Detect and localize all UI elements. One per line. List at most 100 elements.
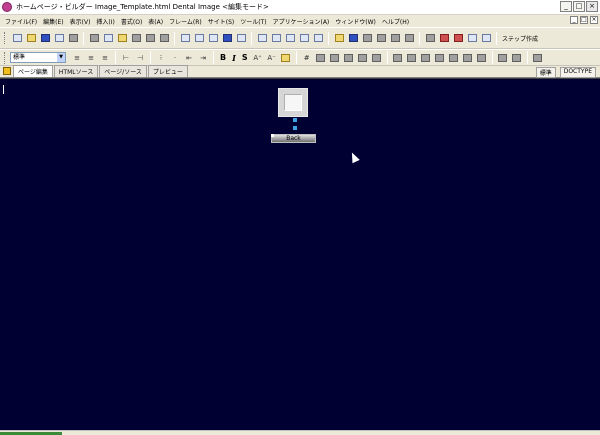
minimize-button[interactable]: _ (560, 1, 572, 12)
align-right-button[interactable]: ≡ (99, 52, 111, 64)
color-button[interactable] (347, 32, 359, 44)
check-button[interactable] (452, 32, 464, 44)
font-color-button[interactable] (280, 52, 292, 64)
menu-window[interactable]: ウィンドウ(W) (332, 17, 379, 26)
cell-height-button[interactable] (462, 52, 474, 64)
insert-form-button[interactable] (221, 32, 233, 44)
chevron-down-icon[interactable]: ▼ (57, 53, 65, 62)
table-merge-button[interactable] (343, 52, 355, 64)
align-left-button[interactable]: ≡ (71, 52, 83, 64)
new-page-button[interactable] (11, 32, 23, 44)
insert-link-button[interactable] (193, 32, 205, 44)
list-right-button[interactable]: ⇥ (197, 52, 209, 64)
maximize-button[interactable]: □ (573, 1, 585, 12)
tab-preview[interactable]: プレビュー (147, 65, 188, 77)
layout-grid-button[interactable] (284, 32, 296, 44)
publish-button[interactable] (438, 32, 450, 44)
cell-valign-button[interactable] (406, 52, 418, 64)
menu-site[interactable]: サイト(S) (205, 17, 238, 26)
list-left-button[interactable]: ⇤ (183, 52, 195, 64)
doc-minimize-button[interactable]: _ (570, 16, 578, 24)
misc-button[interactable] (532, 52, 544, 64)
layer-button[interactable] (497, 52, 509, 64)
save-all-button[interactable] (53, 32, 65, 44)
menu-format[interactable]: 書式(O) (118, 17, 145, 26)
tab-page-edit[interactable]: ページ編集 (13, 65, 53, 77)
toolbar-separator (295, 51, 297, 64)
print-button[interactable] (67, 32, 79, 44)
table-split-button[interactable] (357, 52, 369, 64)
pen-button[interactable] (333, 32, 345, 44)
copy-button[interactable] (102, 32, 114, 44)
back-button[interactable]: Back (271, 134, 316, 143)
menu-insert[interactable]: 挿入(I) (93, 17, 117, 26)
tab-page-source[interactable]: ページ/ソース (99, 65, 147, 77)
doc-close-button[interactable]: × (590, 16, 598, 24)
line-button[interactable] (361, 32, 373, 44)
menu-tools[interactable]: ツール(T) (237, 17, 269, 26)
anchor-marker[interactable] (293, 118, 297, 122)
step-create-button[interactable]: ステップ作成 (500, 34, 540, 43)
layer-order-button[interactable] (511, 52, 523, 64)
cut-button[interactable] (88, 32, 100, 44)
menu-frame[interactable]: フレーム(R) (166, 17, 205, 26)
menu-edit[interactable]: 編集(E) (40, 17, 66, 26)
insert-image-button[interactable] (179, 32, 191, 44)
anchor-marker[interactable] (293, 126, 297, 130)
paragraph-style-select[interactable]: 標準 ▼ (10, 52, 66, 63)
layout-box-button[interactable] (312, 32, 324, 44)
strike-button[interactable]: S (242, 53, 248, 62)
menu-help[interactable]: ヘルプ(H) (379, 17, 412, 26)
menu-file[interactable]: ファイル(F) (2, 17, 40, 26)
toolbar-grip[interactable] (4, 51, 7, 64)
insert-table-button[interactable] (207, 32, 219, 44)
align-center-button[interactable]: ≡ (85, 52, 97, 64)
doctype-select[interactable]: DOCTYPE (559, 67, 596, 78)
indent-button[interactable]: ⊢ (120, 52, 132, 64)
text-button[interactable] (389, 32, 401, 44)
cell-width-button[interactable] (448, 52, 460, 64)
menu-application[interactable]: アプリケーション(A) (270, 17, 333, 26)
rule-button[interactable] (375, 32, 387, 44)
layout-frame-button[interactable] (256, 32, 268, 44)
site-button[interactable] (424, 32, 436, 44)
undo-button[interactable] (130, 32, 142, 44)
open-button[interactable] (25, 32, 37, 44)
menu-view[interactable]: 表示(V) (67, 17, 94, 26)
table-row-button[interactable] (315, 52, 327, 64)
cell-extra-button[interactable] (476, 52, 488, 64)
italic-button[interactable]: I (232, 53, 236, 63)
layout-columns-button[interactable] (298, 32, 310, 44)
table-props-button[interactable] (371, 52, 383, 64)
insert-object-button[interactable] (235, 32, 247, 44)
table-col-button[interactable] (329, 52, 341, 64)
bold-button[interactable]: B (220, 53, 226, 62)
redo-button[interactable] (144, 32, 156, 44)
number-list-button[interactable]: ⋅ (169, 52, 181, 64)
doc-restore-button[interactable]: □ (580, 16, 588, 24)
cell-height-icon (463, 53, 473, 62)
style-button[interactable] (480, 32, 492, 44)
cell-color-button[interactable] (420, 52, 432, 64)
mode-select[interactable]: 標準 (535, 67, 556, 78)
font-size-down-button[interactable]: A⁻ (266, 52, 278, 64)
save-button[interactable] (39, 32, 51, 44)
tab-html-source[interactable]: HTMLソース (53, 65, 99, 77)
paste-button[interactable] (116, 32, 128, 44)
select-button[interactable] (403, 32, 415, 44)
layout-split-button[interactable] (270, 32, 282, 44)
close-button[interactable]: × (586, 1, 598, 12)
find-button[interactable] (158, 32, 170, 44)
spell-button[interactable] (466, 32, 478, 44)
cell-width-icon (449, 53, 459, 62)
image-placeholder[interactable] (278, 88, 308, 117)
font-size-up-button[interactable]: A⁺ (252, 52, 264, 64)
menu-table[interactable]: 表(A) (145, 17, 166, 26)
outdent-button[interactable]: ⊣ (134, 52, 146, 64)
cell-border-button[interactable] (434, 52, 446, 64)
bullet-list-button[interactable]: ⁝ (155, 52, 167, 64)
toolbar-grip[interactable] (4, 32, 7, 44)
cell-align-button[interactable] (392, 52, 404, 64)
page-edit-canvas[interactable] (0, 78, 600, 430)
table-insert-button[interactable]: # (301, 52, 313, 64)
